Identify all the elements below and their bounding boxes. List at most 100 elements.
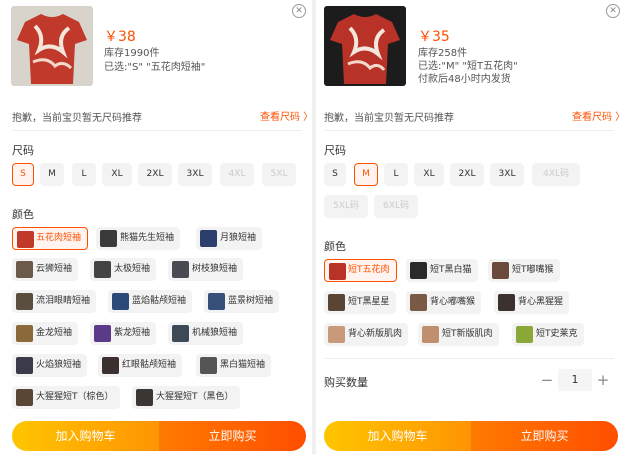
size-option-m[interactable]: M: [354, 163, 378, 186]
variant-thumbnail: [410, 262, 427, 279]
color-option[interactable]: 月狼短袖: [196, 227, 263, 250]
size-option-3xl[interactable]: 3XL: [178, 163, 212, 186]
variant-thumbnail: [329, 263, 346, 280]
color-option[interactable]: 短T史莱克: [512, 323, 584, 346]
close-icon[interactable]: ✕: [606, 4, 620, 18]
product-image[interactable]: [324, 6, 406, 86]
sku-panel-left: ￥38 库存1990件 已选:"S" "五花肉短袖" ✕ 抱歉，当前宝贝暂无尺码…: [0, 0, 313, 454]
shipping-info: 付款后48小时内发货: [418, 74, 511, 85]
size-option-5xl: 5XL: [262, 163, 296, 186]
size-guide-link[interactable]: 查看尺码 〉: [572, 108, 625, 123]
color-option[interactable]: 背心嘟嘴猴: [406, 291, 482, 314]
color-option-label: 五花肉短袖: [36, 233, 82, 243]
variant-thumbnail: [200, 357, 217, 374]
size-option-s[interactable]: S: [12, 163, 34, 186]
color-option[interactable]: 短T五花肉: [324, 259, 397, 282]
color-option[interactable]: 金龙短袖: [12, 322, 79, 345]
color-option[interactable]: 蓝景树短袖: [204, 290, 280, 313]
color-option[interactable]: 机械狼短袖: [168, 322, 244, 345]
size-option-4xl: 4XL码: [532, 163, 580, 186]
color-option-label: 大猩猩短T（黑色）: [156, 392, 234, 402]
color-option-label: 短T五花肉: [348, 265, 390, 275]
color-option[interactable]: 紫龙短袖: [90, 322, 157, 345]
size-option-xl[interactable]: XL: [102, 163, 132, 186]
size-option-3xl[interactable]: 3XL: [490, 163, 524, 186]
color-option-label: 短T黑白猫: [430, 265, 472, 275]
variant-thumbnail: [16, 261, 33, 278]
color-option[interactable]: 黑白猫短袖: [196, 354, 272, 377]
size-option-m[interactable]: M: [40, 163, 64, 186]
variant-thumbnail: [172, 261, 189, 278]
color-option-label: 短T新版肌肉: [442, 329, 493, 339]
variant-thumbnail: [516, 326, 533, 343]
size-option-6xl: 6XL码: [374, 195, 418, 218]
quantity-decrement-button[interactable]: −: [536, 369, 558, 391]
buy-now-button[interactable]: 立即购买: [471, 421, 618, 451]
size-guide-link[interactable]: 查看尺码 〉: [260, 108, 313, 123]
size-option-4xl: 4XL: [220, 163, 254, 186]
size-option-2xl[interactable]: 2XL: [450, 163, 484, 186]
color-option[interactable]: 五花肉短袖: [12, 227, 89, 250]
variant-thumbnail: [16, 389, 33, 406]
color-option[interactable]: 蓝焰骷颅短袖: [108, 290, 193, 313]
close-icon[interactable]: ✕: [292, 4, 306, 18]
add-to-cart-button[interactable]: 加入购物车: [324, 421, 471, 451]
variant-thumbnail: [200, 230, 217, 247]
color-option[interactable]: 云狮短袖: [12, 258, 79, 281]
color-option[interactable]: 流泪眼睛短袖: [12, 290, 97, 313]
product-image[interactable]: [11, 6, 93, 86]
variant-thumbnail: [112, 293, 129, 310]
size-section-label: 尺码: [324, 144, 346, 157]
color-option[interactable]: 太极短袖: [90, 258, 157, 281]
color-option[interactable]: 大猩猩短T（棕色）: [12, 386, 120, 409]
color-option[interactable]: 背心黑猩猩: [494, 291, 570, 314]
quantity-increment-button[interactable]: +: [592, 369, 614, 391]
color-option-label: 黑白猫短袖: [220, 360, 266, 370]
color-option[interactable]: 树枝狼短袖: [168, 258, 244, 281]
color-option[interactable]: 短T嘟嘴猴: [488, 259, 560, 282]
color-option[interactable]: 短T新版肌肉: [418, 323, 499, 346]
color-option-label: 短T黑星星: [348, 297, 390, 307]
size-option-s[interactable]: S: [324, 163, 346, 186]
size-option-2xl[interactable]: 2XL: [138, 163, 172, 186]
price: ￥38: [104, 29, 136, 45]
buy-now-button[interactable]: 立即购买: [159, 421, 306, 451]
color-option[interactable]: 大猩猩短T（黑色）: [132, 386, 240, 409]
color-option[interactable]: 短T黑星星: [324, 291, 396, 314]
color-option-label: 紫龙短袖: [114, 328, 151, 338]
color-option-label: 金龙短袖: [36, 328, 73, 338]
size-option-l[interactable]: L: [72, 163, 96, 186]
color-option[interactable]: 短T黑白猫: [406, 259, 478, 282]
color-option[interactable]: 红眼骷颅短袖: [98, 354, 183, 377]
size-option-xl[interactable]: XL: [414, 163, 444, 186]
color-option-label: 树枝狼短袖: [192, 264, 238, 274]
color-option[interactable]: 背心新版肌肉: [324, 323, 409, 346]
quantity-input[interactable]: 1: [558, 369, 592, 391]
color-option[interactable]: 火焰狼短袖: [12, 354, 88, 377]
variant-thumbnail: [328, 326, 345, 343]
color-option-label: 大猩猩短T（棕色）: [36, 392, 114, 402]
variant-thumbnail: [410, 294, 427, 311]
variant-thumbnail: [328, 294, 345, 311]
selected-summary: 已选:"S" "五花肉短袖": [104, 62, 206, 73]
add-to-cart-button[interactable]: 加入购物车: [12, 421, 159, 451]
color-option-label: 背心黑猩猩: [518, 297, 564, 307]
size-option-l[interactable]: L: [384, 163, 408, 186]
size-notice: 抱歉，当前宝贝暂无尺码推荐: [324, 113, 454, 124]
color-option-label: 背心新版肌肉: [348, 329, 403, 339]
color-option-label: 熊猫先生短袖: [120, 233, 175, 243]
separator: [324, 358, 614, 359]
variant-thumbnail: [422, 326, 439, 343]
variant-thumbnail: [16, 325, 33, 342]
variant-thumbnail: [102, 357, 119, 374]
color-option[interactable]: 熊猫先生短袖: [96, 227, 181, 250]
separator: [12, 130, 302, 131]
price: ￥35: [418, 29, 450, 45]
variant-thumbnail: [16, 357, 33, 374]
quantity-label: 购买数量: [324, 376, 368, 389]
variant-thumbnail: [16, 293, 33, 310]
stock-count: 库存1990件: [104, 48, 160, 59]
size-section-label: 尺码: [12, 144, 34, 157]
color-option-label: 红眼骷颅短袖: [122, 360, 177, 370]
color-option-label: 月狼短袖: [220, 233, 257, 243]
